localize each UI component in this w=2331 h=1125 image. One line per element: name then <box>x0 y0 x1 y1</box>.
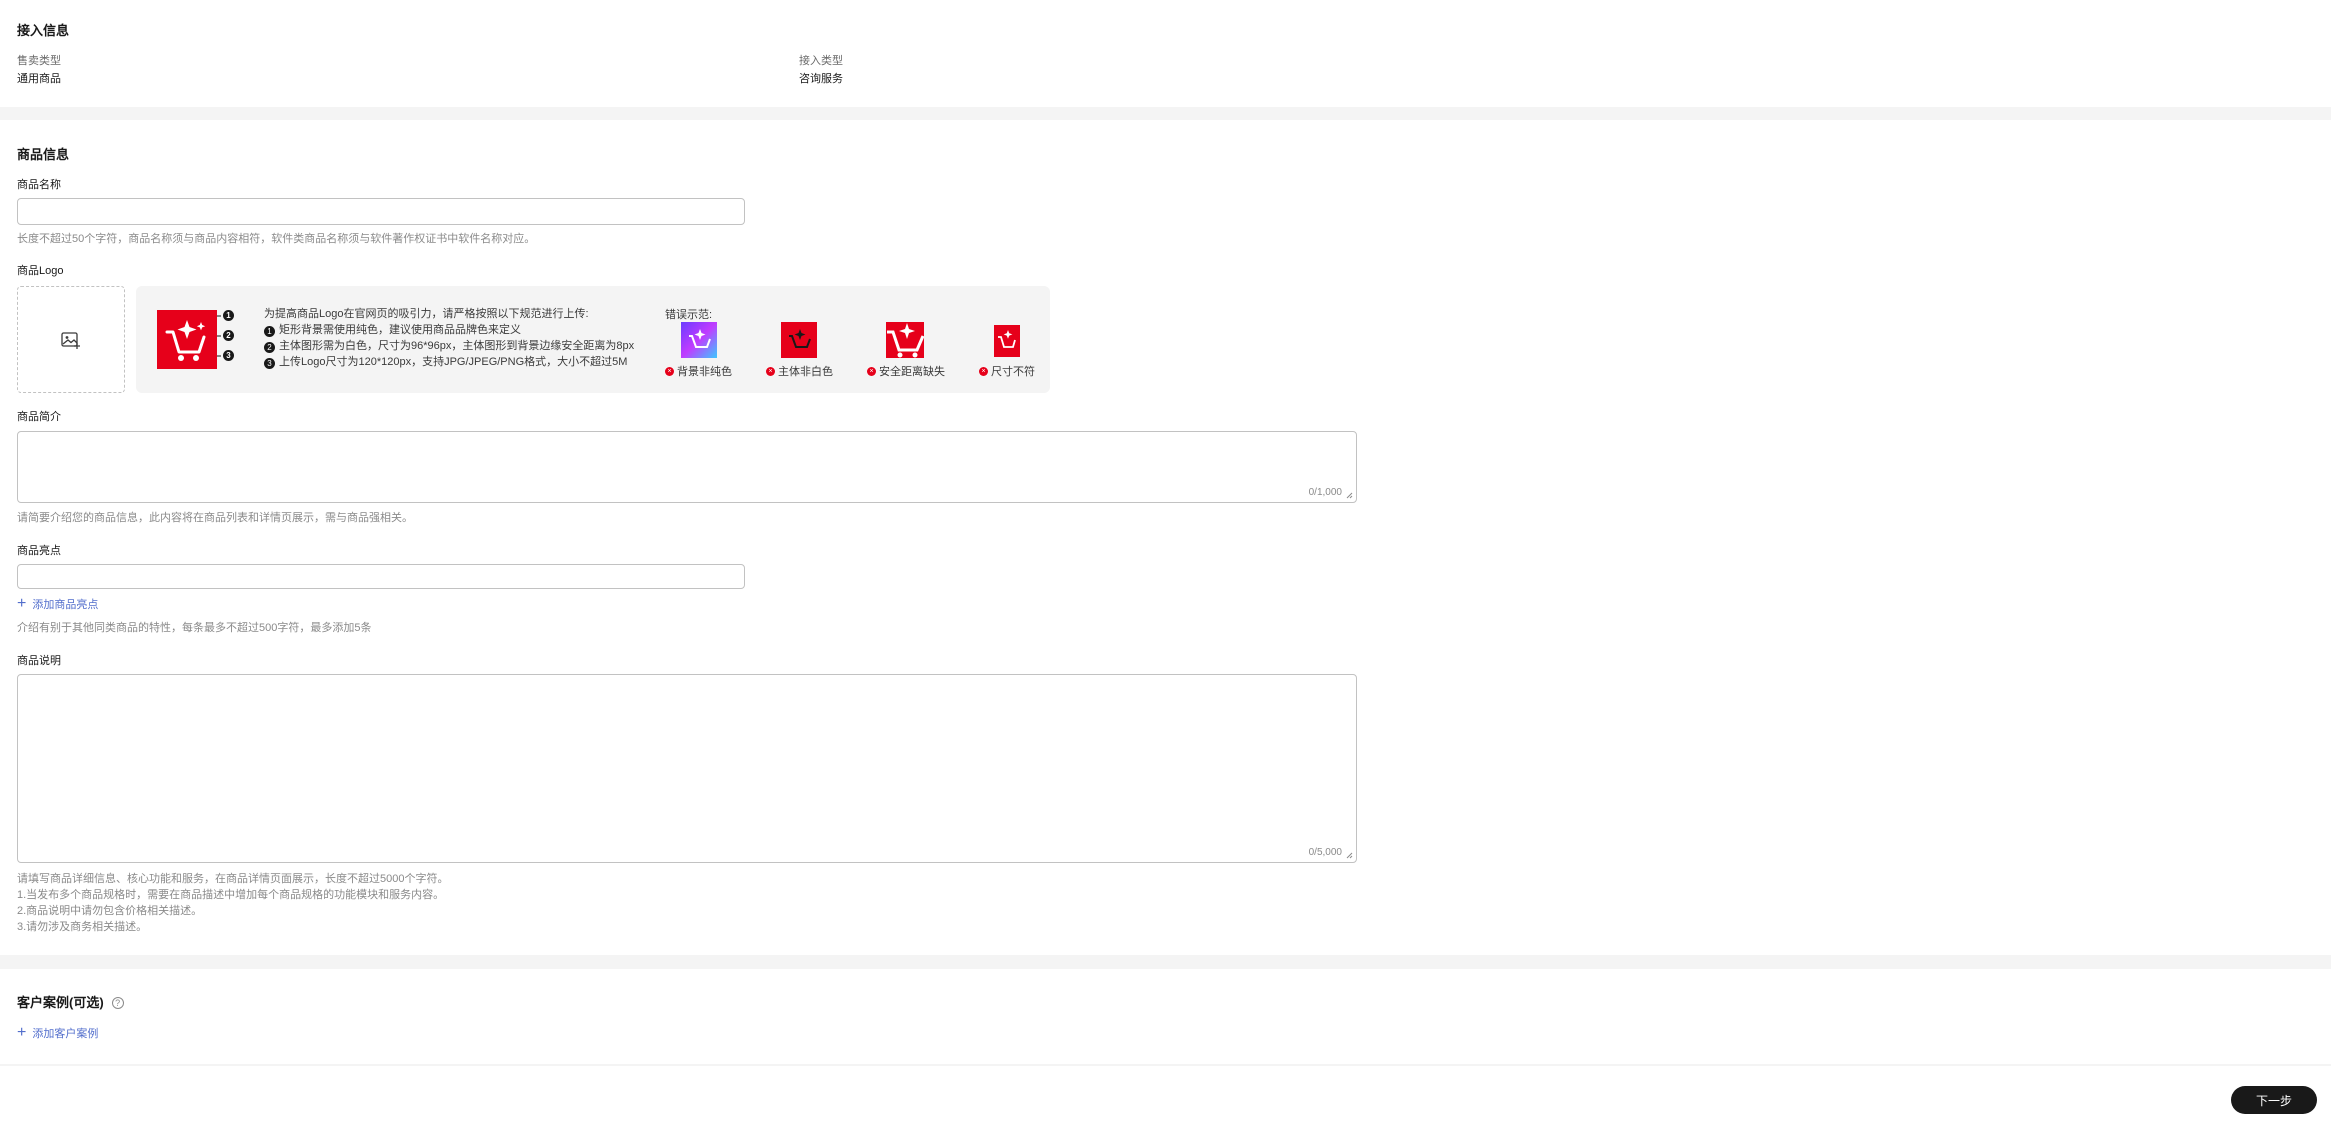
cart-sparkle-icon <box>165 320 206 361</box>
product-highlight-hint: 介绍有别于其他同类商品的特性，每条最多不超过500字符，最多添加5条 <box>17 622 372 634</box>
logo-sample <box>157 310 217 369</box>
access-info-card: 接入信息 售卖类型 通用商品 接入类型 咨询服务 <box>0 0 2331 107</box>
product-logo-label: 商品Logo <box>17 265 64 277</box>
product-info-title: 商品信息 <box>17 147 70 162</box>
sale-type-value: 通用商品 <box>17 73 61 85</box>
add-highlight-link[interactable]: + 添加商品亮点 <box>17 596 98 612</box>
product-desc-hint: 3.请勿涉及商务相关描述。 <box>17 921 148 933</box>
product-desc-label: 商品说明 <box>17 655 61 667</box>
access-info-title: 接入信息 <box>17 23 70 38</box>
access-type-value: 咨询服务 <box>799 73 843 85</box>
product-name-label: 商品名称 <box>17 179 61 191</box>
product-desc-hint: 2.商品说明中请勿包含价格相关描述。 <box>17 905 203 917</box>
sale-type-label: 售卖类型 <box>17 55 61 67</box>
next-step-button[interactable]: 下一步 <box>2231 1086 2317 1114</box>
product-name-hint: 长度不超过50个字符，商品名称须与商品内容相符，软件类商品名称须与软件著作权证书… <box>17 233 536 245</box>
product-highlight-label: 商品亮点 <box>17 545 61 557</box>
product-info-card: 商品信息 商品名称 长度不超过50个字符，商品名称须与商品内容相符，软件类商品名… <box>0 120 2331 955</box>
resize-handle-icon[interactable] <box>1345 491 1353 499</box>
image-add-icon <box>61 331 80 349</box>
error-label: × 尺寸不符 <box>979 363 1035 379</box>
error-label: × 背景非纯色 <box>665 363 732 379</box>
plus-icon: + <box>17 1024 27 1041</box>
resize-handle-icon[interactable] <box>1345 851 1353 859</box>
product-intro-hint: 请简要介绍您的商品信息，此内容将在商品列表和详情页展示，需与商品强相关。 <box>17 512 413 524</box>
logo-upload[interactable] <box>17 286 125 393</box>
product-desc-hint: 1.当发布多个商品规格时，需要在商品描述中增加每个商品规格的功能模块和服务内容。 <box>17 889 445 901</box>
intro-char-counter: 0/1,000 <box>1308 487 1342 498</box>
product-highlight-input[interactable] <box>17 564 745 589</box>
desc-char-counter: 0/5,000 <box>1308 847 1342 858</box>
product-name-input[interactable] <box>17 198 745 225</box>
logo-guide-rule: 2 主体图形需为白色，尺寸为96*96px，主体图形到背景边缘安全距离为8px <box>264 338 634 354</box>
access-type-label: 接入类型 <box>799 55 843 67</box>
logo-guide-rule: 3 上传Logo尺寸为120*120px，支持JPG/JPEG/PNG格式，大小不… <box>264 354 627 370</box>
product-intro-textarea[interactable]: 0/1,000 <box>17 431 1357 503</box>
error-example-gradient <box>681 322 717 358</box>
product-desc-hint: 请填写商品详细信息、核心功能和服务，在商品详情页面展示，长度不超过5000个字符… <box>17 873 449 885</box>
error-example-nonwhite <box>781 322 817 358</box>
product-desc-textarea[interactable]: 0/5,000 <box>17 674 1357 863</box>
footer-bar <box>0 1066 2331 1125</box>
add-customer-case-link[interactable]: + 添加客户案例 <box>17 1025 98 1041</box>
logo-guide-intro: 为提高商品Logo在官网页的吸引力，请严格按照以下规范进行上传: <box>264 308 589 320</box>
product-intro-label: 商品简介 <box>17 411 61 423</box>
error-label: × 主体非白色 <box>766 363 833 379</box>
error-example-size <box>994 325 1020 357</box>
error-example-no-margin <box>886 322 925 358</box>
error-examples-title: 错误示范: <box>665 309 713 321</box>
plus-icon: + <box>17 595 27 612</box>
customer-cases-title: 客户案例(可选)? <box>17 992 124 1011</box>
logo-guide-panel: 1 2 3 为提高商品Logo在官网页的吸引力，请严格按照以下规范进行上传: 1… <box>136 286 1050 393</box>
error-label: × 安全距离缺失 <box>867 363 945 379</box>
customer-cases-card: 客户案例(可选)? + 添加客户案例 <box>0 969 2331 1064</box>
logo-guide-rule: 1 矩形背景需使用纯色，建议使用商品品牌色来定义 <box>264 322 521 338</box>
help-icon[interactable]: ? <box>111 997 124 1009</box>
